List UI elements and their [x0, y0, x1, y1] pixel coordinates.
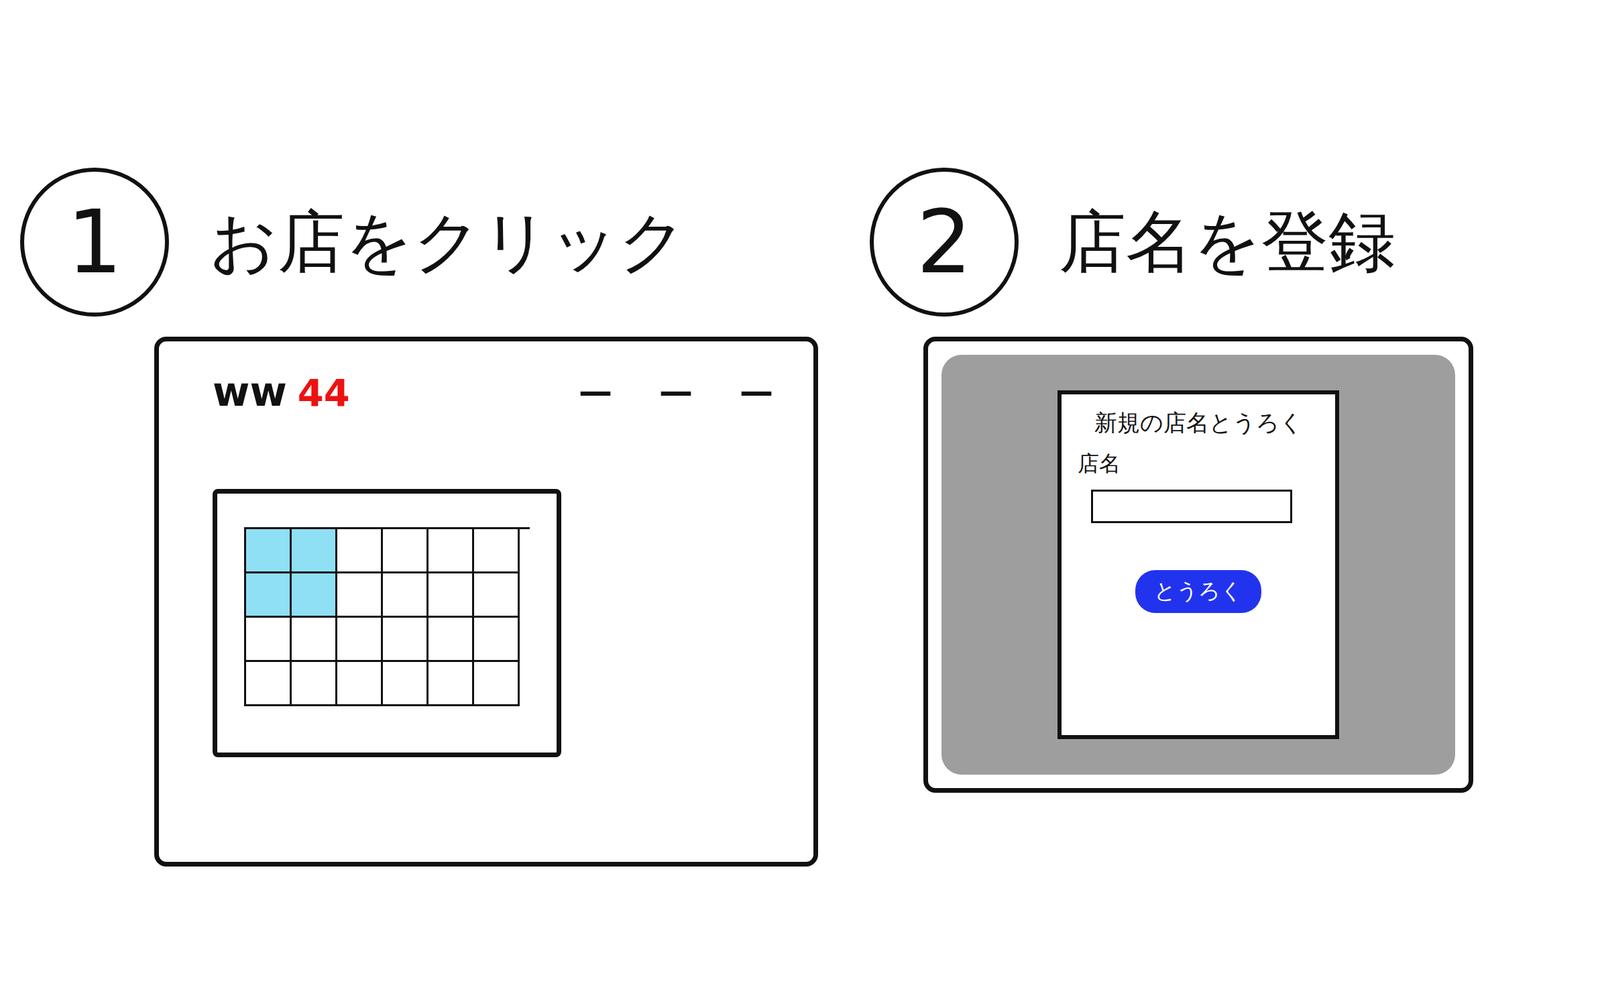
browser-window: 新規の店名とうろく 店名 とうろく — [923, 336, 1474, 793]
shop-name-input[interactable] — [1091, 489, 1293, 524]
step: 1 お店をクリック ww 44 — — — — [20, 167, 837, 1000]
calendar-cell[interactable] — [246, 573, 292, 618]
top-bar: ww 44 — — — — [212, 368, 774, 416]
calendar-cell[interactable] — [474, 573, 520, 618]
calendar-cell[interactable] — [291, 661, 338, 707]
register-button[interactable]: とうろく — [1135, 569, 1262, 613]
calendar-cell[interactable] — [291, 573, 338, 618]
calendar-cell[interactable] — [474, 529, 520, 574]
step: 2 店名を登録 新規の店名とうろく 店名 とうろく — [869, 167, 1560, 1000]
steps-sketch: 1 お店をクリック ww 44 — — — 2 店名を登録 新規の店名とうろく 店名… — [0, 0, 1600, 1000]
calendar-cell[interactable] — [428, 573, 475, 618]
calendar-cell[interactable] — [428, 661, 475, 707]
calendar-cell[interactable] — [291, 617, 338, 662]
calendar-cell[interactable] — [337, 617, 383, 662]
calendar-cell[interactable] — [246, 529, 292, 574]
nav-item[interactable]: — — [659, 372, 693, 412]
calendar-cell[interactable] — [246, 661, 292, 707]
calendar-cell[interactable] — [382, 617, 429, 662]
calendar — [212, 488, 562, 758]
calendar-cell[interactable] — [382, 573, 429, 618]
calendar-cell[interactable] — [291, 529, 338, 574]
step-number: 2 — [869, 167, 1019, 317]
calendar-cell[interactable] — [382, 661, 429, 707]
browser-window: ww 44 — — — — [154, 336, 819, 867]
modal-overlay: 新規の店名とうろく 店名 とうろく — [941, 354, 1456, 775]
brand: ww 44 — [212, 368, 351, 416]
step-heading: 2 店名を登録 — [869, 167, 1560, 317]
calendar-cell[interactable] — [428, 529, 475, 574]
field-label: 店名 — [1077, 449, 1320, 479]
calendar-cell[interactable] — [246, 617, 292, 662]
register-dialog: 新規の店名とうろく 店名 とうろく — [1057, 390, 1340, 739]
logo[interactable]: ww — [212, 368, 288, 416]
calendar-cell[interactable] — [474, 661, 520, 707]
nav-item[interactable]: — — [739, 372, 774, 412]
calendar-cell[interactable] — [428, 617, 475, 662]
nav-item[interactable]: — — [578, 372, 613, 412]
nav: — — — — [578, 372, 774, 412]
step-title: お店をクリック — [209, 201, 687, 283]
calendar-grid — [244, 527, 530, 707]
step-heading: 1 お店をクリック — [20, 167, 837, 317]
calendar-cell[interactable] — [337, 661, 383, 707]
step-number: 1 — [20, 167, 169, 317]
calendar-cell[interactable] — [382, 529, 429, 574]
calendar-cell[interactable] — [337, 529, 383, 574]
step-title: 店名を登録 — [1058, 201, 1396, 283]
badge: 44 — [297, 370, 351, 415]
calendar-cell[interactable] — [337, 573, 383, 618]
dialog-title: 新規の店名とうろく — [1077, 407, 1320, 439]
calendar-cell[interactable] — [474, 617, 520, 662]
